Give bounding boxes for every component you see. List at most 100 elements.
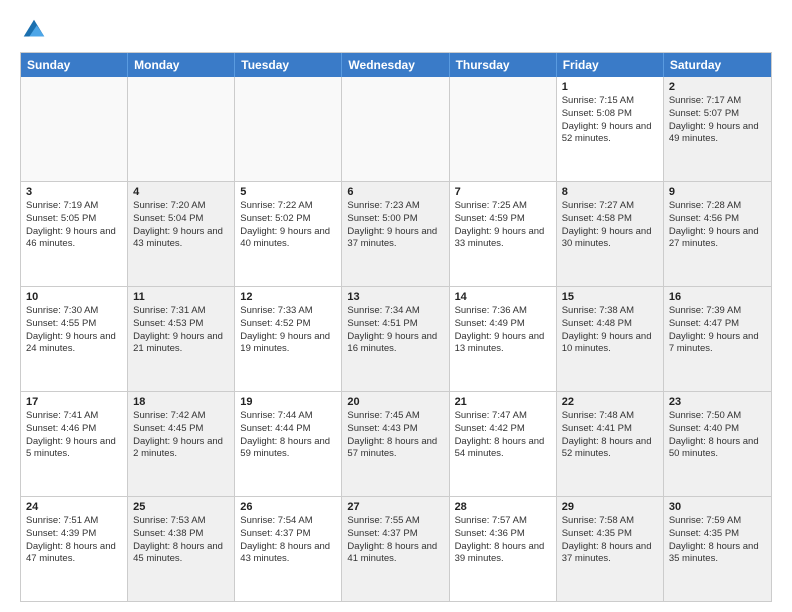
day-cell-21: 21 Sunrise: 7:47 AM Sunset: 4:42 PM Dayli… [450, 392, 557, 496]
day-info: Sunrise: 7:48 AM Sunset: 4:41 PM Dayligh… [562, 410, 658, 461]
day-number: 4 [133, 186, 229, 198]
calendar-body: 1Sunrise: 7:15 AM Sunset: 5:08 PM Daylig… [21, 77, 771, 601]
day-info: Sunrise: 7:47 AM Sunset: 4:42 PM Dayligh… [455, 410, 551, 461]
day-number: 23 [669, 396, 766, 408]
day-cell-14: 14 Sunrise: 7:36 AM Sunset: 4:49 PM Dayli… [450, 287, 557, 391]
day-number: 18 [133, 396, 229, 408]
header-cell-thursday: Thursday [450, 53, 557, 77]
day-info: Sunrise: 7:28 AM Sunset: 4:56 PM Dayligh… [669, 200, 766, 251]
day-cell-5: 5 Sunrise: 7:22 AM Sunset: 5:02 PM Daylig… [235, 182, 342, 286]
page: SundayMondayTuesdayWednesdayThursdayFrid… [0, 0, 792, 612]
day-number: 30 [669, 501, 766, 513]
day-info: Sunrise: 7:58 AM Sunset: 4:35 PM Dayligh… [562, 515, 658, 566]
day-cell-16: 16Sunrise: 7:39 AM Sunset: 4:47 PM Dayli… [664, 287, 771, 391]
day-number: 29 [562, 501, 658, 513]
header-cell-saturday: Saturday [664, 53, 771, 77]
day-cell-30: 30Sunrise: 7:59 AM Sunset: 4:35 PM Dayli… [664, 497, 771, 601]
day-info: Sunrise: 7:53 AM Sunset: 4:38 PM Dayligh… [133, 515, 229, 566]
day-cell-1: 1Sunrise: 7:15 AM Sunset: 5:08 PM Daylig… [557, 77, 664, 181]
day-info: Sunrise: 7:25 AM Sunset: 4:59 PM Dayligh… [455, 200, 551, 251]
day-cell-11: 11 Sunrise: 7:31 AM Sunset: 4:53 PM Dayli… [128, 287, 235, 391]
day-number: 21 [455, 396, 551, 408]
day-info: Sunrise: 7:54 AM Sunset: 4:37 PM Dayligh… [240, 515, 336, 566]
calendar-row-2: 10 Sunrise: 7:30 AM Sunset: 4:55 PM Dayli… [21, 286, 771, 391]
day-number: 5 [240, 186, 336, 198]
empty-cell-0-0 [21, 77, 128, 181]
calendar-row-3: 17 Sunrise: 7:41 AM Sunset: 4:46 PM Dayli… [21, 391, 771, 496]
day-info: Sunrise: 7:23 AM Sunset: 5:00 PM Dayligh… [347, 200, 443, 251]
day-cell-24: 24 Sunrise: 7:51 AM Sunset: 4:39 PM Dayli… [21, 497, 128, 601]
day-cell-2: 2 Sunrise: 7:17 AM Sunset: 5:07 PM Daylig… [664, 77, 771, 181]
day-info: Sunrise: 7:42 AM Sunset: 4:45 PM Dayligh… [133, 410, 229, 461]
day-cell-22: 22Sunrise: 7:48 AM Sunset: 4:41 PM Dayli… [557, 392, 664, 496]
day-info: Sunrise: 7:55 AM Sunset: 4:37 PM Dayligh… [347, 515, 443, 566]
day-number: 24 [26, 501, 122, 513]
day-info: Sunrise: 7:45 AM Sunset: 4:43 PM Dayligh… [347, 410, 443, 461]
day-info: Sunrise: 7:30 AM Sunset: 4:55 PM Dayligh… [26, 305, 122, 356]
day-info: Sunrise: 7:31 AM Sunset: 4:53 PM Dayligh… [133, 305, 229, 356]
day-number: 11 [133, 291, 229, 303]
day-info: Sunrise: 7:15 AM Sunset: 5:08 PM Dayligh… [562, 95, 658, 146]
empty-cell-0-1 [128, 77, 235, 181]
day-cell-18: 18 Sunrise: 7:42 AM Sunset: 4:45 PM Dayli… [128, 392, 235, 496]
day-number: 10 [26, 291, 122, 303]
day-cell-15: 15 Sunrise: 7:38 AM Sunset: 4:48 PM Dayli… [557, 287, 664, 391]
day-info: Sunrise: 7:44 AM Sunset: 4:44 PM Dayligh… [240, 410, 336, 461]
calendar-row-0: 1Sunrise: 7:15 AM Sunset: 5:08 PM Daylig… [21, 77, 771, 181]
header-cell-monday: Monday [128, 53, 235, 77]
empty-cell-0-4 [450, 77, 557, 181]
day-cell-29: 29 Sunrise: 7:58 AM Sunset: 4:35 PM Dayli… [557, 497, 664, 601]
day-cell-25: 25Sunrise: 7:53 AM Sunset: 4:38 PM Dayli… [128, 497, 235, 601]
header [20, 16, 772, 44]
day-info: Sunrise: 7:17 AM Sunset: 5:07 PM Dayligh… [669, 95, 766, 146]
day-number: 9 [669, 186, 766, 198]
header-cell-sunday: Sunday [21, 53, 128, 77]
day-number: 3 [26, 186, 122, 198]
calendar-row-1: 3 Sunrise: 7:19 AM Sunset: 5:05 PM Daylig… [21, 181, 771, 286]
day-number: 15 [562, 291, 658, 303]
day-number: 12 [240, 291, 336, 303]
day-cell-7: 7 Sunrise: 7:25 AM Sunset: 4:59 PM Daylig… [450, 182, 557, 286]
day-number: 6 [347, 186, 443, 198]
day-info: Sunrise: 7:41 AM Sunset: 4:46 PM Dayligh… [26, 410, 122, 461]
day-info: Sunrise: 7:38 AM Sunset: 4:48 PM Dayligh… [562, 305, 658, 356]
calendar: SundayMondayTuesdayWednesdayThursdayFrid… [20, 52, 772, 602]
day-cell-26: 26 Sunrise: 7:54 AM Sunset: 4:37 PM Dayli… [235, 497, 342, 601]
day-cell-13: 13Sunrise: 7:34 AM Sunset: 4:51 PM Dayli… [342, 287, 449, 391]
day-info: Sunrise: 7:57 AM Sunset: 4:36 PM Dayligh… [455, 515, 551, 566]
day-number: 27 [347, 501, 443, 513]
day-cell-17: 17 Sunrise: 7:41 AM Sunset: 4:46 PM Dayli… [21, 392, 128, 496]
day-cell-6: 6 Sunrise: 7:23 AM Sunset: 5:00 PM Daylig… [342, 182, 449, 286]
day-number: 16 [669, 291, 766, 303]
header-cell-friday: Friday [557, 53, 664, 77]
day-info: Sunrise: 7:22 AM Sunset: 5:02 PM Dayligh… [240, 200, 336, 251]
day-number: 14 [455, 291, 551, 303]
day-info: Sunrise: 7:36 AM Sunset: 4:49 PM Dayligh… [455, 305, 551, 356]
day-cell-27: 27 Sunrise: 7:55 AM Sunset: 4:37 PM Dayli… [342, 497, 449, 601]
day-cell-9: 9 Sunrise: 7:28 AM Sunset: 4:56 PM Daylig… [664, 182, 771, 286]
day-cell-19: 19Sunrise: 7:44 AM Sunset: 4:44 PM Dayli… [235, 392, 342, 496]
logo-icon [20, 16, 48, 44]
day-info: Sunrise: 7:50 AM Sunset: 4:40 PM Dayligh… [669, 410, 766, 461]
day-info: Sunrise: 7:33 AM Sunset: 4:52 PM Dayligh… [240, 305, 336, 356]
day-number: 17 [26, 396, 122, 408]
day-cell-12: 12 Sunrise: 7:33 AM Sunset: 4:52 PM Dayli… [235, 287, 342, 391]
day-cell-3: 3 Sunrise: 7:19 AM Sunset: 5:05 PM Daylig… [21, 182, 128, 286]
header-cell-wednesday: Wednesday [342, 53, 449, 77]
day-info: Sunrise: 7:19 AM Sunset: 5:05 PM Dayligh… [26, 200, 122, 251]
day-cell-10: 10 Sunrise: 7:30 AM Sunset: 4:55 PM Dayli… [21, 287, 128, 391]
logo [20, 16, 52, 44]
empty-cell-0-2 [235, 77, 342, 181]
day-cell-20: 20 Sunrise: 7:45 AM Sunset: 4:43 PM Dayli… [342, 392, 449, 496]
day-number: 2 [669, 81, 766, 93]
day-number: 13 [347, 291, 443, 303]
day-cell-28: 28 Sunrise: 7:57 AM Sunset: 4:36 PM Dayli… [450, 497, 557, 601]
day-info: Sunrise: 7:51 AM Sunset: 4:39 PM Dayligh… [26, 515, 122, 566]
day-number: 26 [240, 501, 336, 513]
day-cell-23: 23 Sunrise: 7:50 AM Sunset: 4:40 PM Dayli… [664, 392, 771, 496]
day-number: 20 [347, 396, 443, 408]
day-info: Sunrise: 7:20 AM Sunset: 5:04 PM Dayligh… [133, 200, 229, 251]
day-number: 7 [455, 186, 551, 198]
day-number: 28 [455, 501, 551, 513]
day-info: Sunrise: 7:27 AM Sunset: 4:58 PM Dayligh… [562, 200, 658, 251]
